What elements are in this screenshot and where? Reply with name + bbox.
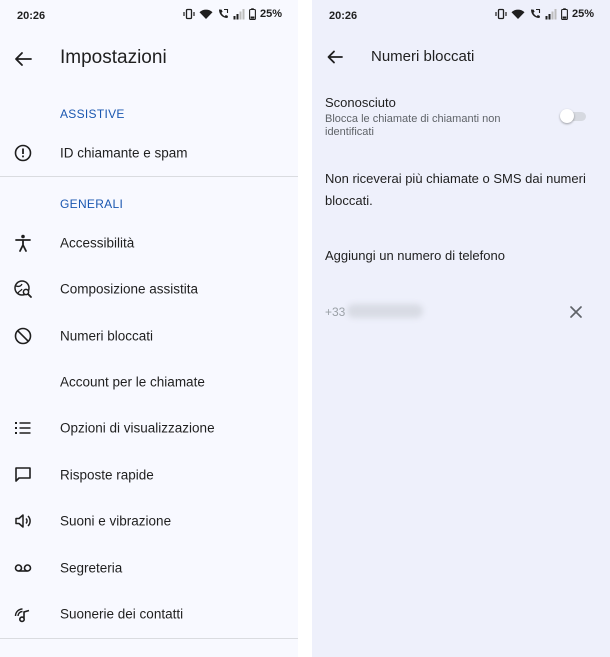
back-arrow-icon[interactable] xyxy=(11,47,35,71)
settings-item-contact-ringtones[interactable]: Suonerie dei contatti xyxy=(0,594,298,634)
vibrate-icon xyxy=(495,8,507,20)
back-arrow-icon[interactable] xyxy=(323,45,347,69)
battery-icon xyxy=(249,8,256,20)
status-bar: 20:26 25% xyxy=(0,0,298,32)
battery-level: 25% xyxy=(259,8,282,20)
status-bar: 20:26 25% xyxy=(312,0,610,32)
unknown-callers-toggle[interactable] xyxy=(560,108,588,124)
accessibility-icon xyxy=(15,234,31,252)
settings-item-voicemail[interactable]: Segreteria xyxy=(0,548,298,588)
settings-screen: 20:26 25% Impostazioni ASSISTIVE ID chia… xyxy=(0,0,298,657)
page-title: Impostazioni xyxy=(60,47,167,68)
settings-item-label: Composizione assistita xyxy=(60,281,199,297)
voicemail-icon xyxy=(14,564,32,572)
settings-item-label: Opzioni di visualizzazione xyxy=(60,420,215,436)
settings-item-label: Accessibilità xyxy=(60,235,135,251)
close-icon[interactable] xyxy=(568,304,584,320)
page-title: Numeri bloccati xyxy=(371,48,475,65)
signal-icon xyxy=(545,9,557,20)
call-icon xyxy=(530,8,541,18)
settings-item-label: Segreteria xyxy=(60,560,123,576)
settings-item-label: Account per le chiamate xyxy=(60,374,205,390)
signal-icon xyxy=(233,9,245,20)
settings-item-label: ID chiamante e spam xyxy=(60,145,188,161)
settings-item-display-options[interactable]: Opzioni di visualizzazione xyxy=(0,408,298,448)
phone-prefix: +33 xyxy=(325,305,346,319)
toggle-knob xyxy=(560,109,574,123)
panel-separator xyxy=(298,0,312,657)
battery-icon xyxy=(561,8,568,20)
unknown-callers-title: Sconosciuto xyxy=(325,95,396,110)
message-icon xyxy=(15,467,31,482)
status-time: 20:26 xyxy=(17,10,46,22)
blocked-numbers-screen: 20:26 25% Numeri bloccati Sconosciuto Bl… xyxy=(312,0,610,657)
settings-item-quick-responses[interactable]: Risposte rapide xyxy=(0,455,298,495)
settings-item-sounds[interactable]: Suoni e vibrazione xyxy=(0,501,298,541)
globe-search-icon xyxy=(14,280,32,298)
add-number-button[interactable]: Aggiungi un numero di telefono xyxy=(325,248,505,263)
settings-item-blocked-numbers[interactable]: Numeri bloccati xyxy=(0,316,298,356)
divider xyxy=(0,638,298,639)
unknown-callers-subtitle: Blocca le chiamate di chiamanti non iden… xyxy=(325,113,501,138)
redacted-phone-number xyxy=(347,304,423,318)
blocked-info-text: Non riceverai più chiamate o SMS dai num… xyxy=(325,171,586,208)
settings-item-label: Numeri bloccati xyxy=(60,328,154,344)
wifi-icon xyxy=(511,9,525,19)
list-icon xyxy=(15,422,31,434)
section-header-generali: GENERALI xyxy=(60,197,124,211)
vibrate-icon xyxy=(183,8,195,20)
status-time: 20:26 xyxy=(329,10,358,22)
ringtone-icon xyxy=(14,608,30,623)
settings-item-calling-accounts[interactable]: Account per le chiamate xyxy=(0,362,298,402)
battery-level: 25% xyxy=(571,8,594,20)
alert-circle-icon xyxy=(14,144,32,162)
section-header-assistive: ASSISTIVE xyxy=(60,107,125,121)
settings-item-caller-id[interactable]: ID chiamante e spam xyxy=(0,133,298,173)
status-icons: 25% xyxy=(183,8,282,20)
settings-item-accessibility[interactable]: Accessibilità xyxy=(0,223,298,263)
call-icon xyxy=(218,8,229,18)
status-icons: 25% xyxy=(495,8,594,20)
wifi-icon xyxy=(199,9,213,19)
block-icon xyxy=(14,327,32,345)
settings-item-label: Suonerie dei contatti xyxy=(60,606,184,622)
settings-item-assisted-dialing[interactable]: Composizione assistita xyxy=(0,269,298,309)
settings-item-label: Suoni e vibrazione xyxy=(60,513,172,529)
divider xyxy=(0,176,298,177)
speaker-icon xyxy=(15,514,31,528)
settings-item-label: Risposte rapide xyxy=(60,467,154,483)
